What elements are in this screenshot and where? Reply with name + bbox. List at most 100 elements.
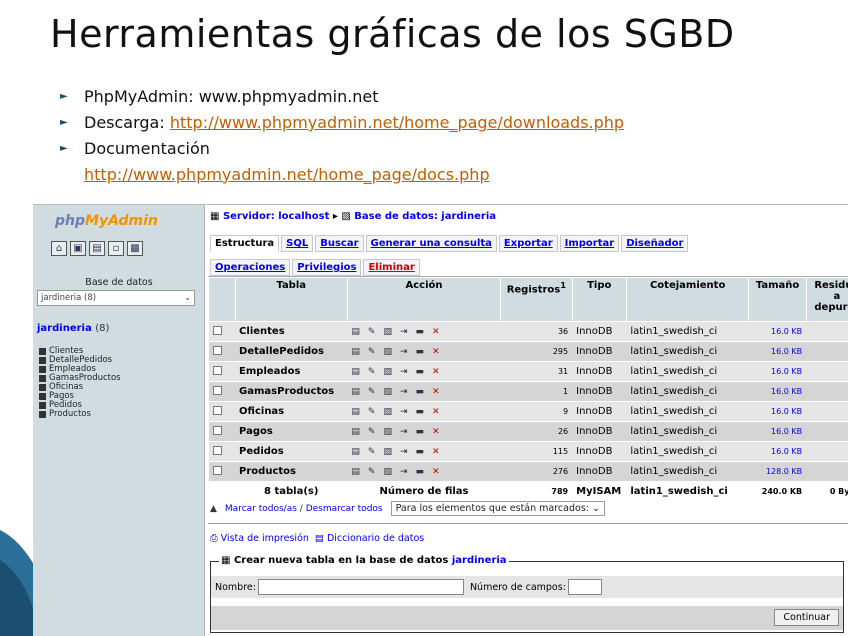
docs-icon[interactable]: ▫: [108, 241, 124, 256]
table-name[interactable]: Productos: [235, 461, 348, 482]
row-checkbox[interactable]: [208, 461, 236, 482]
mysql-docs-icon[interactable]: ▩: [127, 241, 143, 256]
insert-icon[interactable]: ⇥: [400, 447, 416, 457]
row-size[interactable]: 16.0 KB: [748, 401, 807, 422]
browse-icon[interactable]: ▤: [351, 387, 368, 397]
bulk-action-select[interactable]: Para los elementos que están marcados: ⌄: [390, 501, 605, 516]
table-name[interactable]: Clientes: [235, 321, 348, 342]
row-size[interactable]: 16.0 KB: [748, 441, 807, 462]
table-name-input[interactable]: [257, 579, 464, 595]
structure-icon[interactable]: ✎: [368, 327, 384, 337]
row-checkbox[interactable]: [208, 441, 236, 462]
search-icon[interactable]: ▧: [383, 467, 400, 477]
browse-icon[interactable]: ▤: [351, 427, 368, 437]
structure-icon[interactable]: ✎: [368, 407, 384, 417]
row-checkbox[interactable]: [208, 361, 236, 382]
tab-privilegios[interactable]: Privilegios: [292, 259, 362, 276]
home-icon[interactable]: ⌂: [51, 241, 67, 256]
create-table-db-link[interactable]: jardineria: [452, 555, 507, 566]
db-name-link[interactable]: jardineria (8): [37, 323, 109, 334]
search-icon[interactable]: ▧: [383, 427, 400, 437]
empty-icon[interactable]: ▬: [416, 327, 433, 337]
insert-icon[interactable]: ⇥: [400, 347, 416, 357]
structure-icon[interactable]: ✎: [368, 447, 384, 457]
empty-icon[interactable]: ▬: [416, 447, 433, 457]
structure-icon[interactable]: ✎: [368, 347, 384, 357]
browse-icon[interactable]: ▤: [351, 367, 368, 377]
table-name[interactable]: GamasProductos: [235, 381, 348, 402]
sql-window-icon[interactable]: ▤: [89, 241, 105, 256]
row-checkbox[interactable]: [208, 341, 236, 362]
drop-icon[interactable]: ✕: [432, 467, 448, 477]
insert-icon[interactable]: ⇥: [400, 367, 416, 377]
mark-all-link[interactable]: Marcar todos/as: [225, 504, 297, 514]
insert-icon[interactable]: ⇥: [400, 427, 416, 437]
browse-icon[interactable]: ▤: [351, 407, 368, 417]
browse-icon[interactable]: ▤: [351, 347, 368, 357]
row-size[interactable]: 16.0 KB: [748, 381, 807, 402]
tab-operaciones[interactable]: Operaciones: [210, 259, 291, 276]
search-icon[interactable]: ▧: [383, 347, 400, 357]
table-name[interactable]: Pedidos: [235, 441, 348, 462]
print-view-link[interactable]: Vista de impresión: [221, 533, 309, 544]
row-checkbox[interactable]: [208, 401, 236, 422]
row-size[interactable]: 16.0 KB: [748, 361, 807, 382]
crumb-database[interactable]: Base de datos: jardineria: [354, 211, 496, 222]
download-link[interactable]: http://www.phpmyadmin.net/home_page/down…: [170, 110, 624, 136]
tab-generar-consulta[interactable]: Generar una consulta: [365, 235, 497, 252]
browse-icon[interactable]: ▤: [351, 327, 368, 337]
continue-button[interactable]: Continuar: [774, 609, 839, 626]
row-checkbox[interactable]: [208, 381, 236, 402]
exit-icon[interactable]: ▣: [70, 241, 86, 256]
empty-icon[interactable]: ▬: [416, 407, 433, 417]
header-registros[interactable]: Registros1: [500, 277, 573, 322]
structure-icon[interactable]: ✎: [368, 427, 384, 437]
tab-importar[interactable]: Importar: [559, 235, 620, 252]
search-icon[interactable]: ▧: [383, 367, 400, 377]
structure-icon[interactable]: ✎: [368, 387, 384, 397]
empty-icon[interactable]: ▬: [416, 347, 433, 357]
drop-icon[interactable]: ✕: [432, 427, 448, 437]
row-size[interactable]: 128.0 KB: [748, 461, 807, 482]
docs-link[interactable]: http://www.phpmyadmin.net/home_page/docs…: [84, 165, 490, 184]
search-icon[interactable]: ▧: [383, 387, 400, 397]
drop-icon[interactable]: ✕: [432, 367, 448, 377]
table-list-item[interactable]: Productos: [39, 410, 121, 419]
search-icon[interactable]: ▧: [383, 407, 400, 417]
browse-icon[interactable]: ▤: [351, 447, 368, 457]
insert-icon[interactable]: ⇥: [400, 387, 416, 397]
crumb-server[interactable]: Servidor: localhost: [223, 211, 329, 222]
tab-disenador[interactable]: Diseñador: [621, 235, 689, 252]
tab-estructura[interactable]: Estructura: [210, 235, 280, 252]
drop-icon[interactable]: ✕: [432, 327, 448, 337]
row-size[interactable]: 16.0 KB: [748, 421, 807, 442]
row-checkbox[interactable]: [208, 421, 236, 442]
structure-icon[interactable]: ✎: [368, 367, 384, 377]
empty-icon[interactable]: ▬: [416, 427, 433, 437]
row-size[interactable]: 16.0 KB: [748, 341, 807, 362]
structure-icon[interactable]: ✎: [368, 467, 384, 477]
drop-icon[interactable]: ✕: [432, 407, 448, 417]
db-select[interactable]: jardineria (8) ⌄: [37, 290, 195, 306]
drop-icon[interactable]: ✕: [432, 347, 448, 357]
tab-eliminar[interactable]: Eliminar: [363, 259, 420, 276]
search-icon[interactable]: ▧: [383, 447, 400, 457]
table-name[interactable]: DetallePedidos: [235, 341, 348, 362]
table-name[interactable]: Pagos: [235, 421, 348, 442]
drop-icon[interactable]: ✕: [432, 387, 448, 397]
phpmyadmin-logo[interactable]: phpMyAdmin: [55, 213, 158, 229]
empty-icon[interactable]: ▬: [416, 467, 433, 477]
tab-buscar[interactable]: Buscar: [315, 235, 364, 252]
row-size[interactable]: 16.0 KB: [748, 321, 807, 342]
insert-icon[interactable]: ⇥: [400, 407, 416, 417]
insert-icon[interactable]: ⇥: [400, 467, 416, 477]
tab-sql[interactable]: SQL: [281, 235, 314, 252]
insert-icon[interactable]: ⇥: [400, 327, 416, 337]
empty-icon[interactable]: ▬: [416, 367, 433, 377]
table-name[interactable]: Empleados: [235, 361, 348, 382]
search-icon[interactable]: ▧: [383, 327, 400, 337]
row-checkbox[interactable]: [208, 321, 236, 342]
num-fields-input[interactable]: [567, 579, 602, 595]
unmark-all-link[interactable]: Desmarcar todos: [306, 504, 383, 514]
tab-exportar[interactable]: Exportar: [498, 235, 558, 252]
